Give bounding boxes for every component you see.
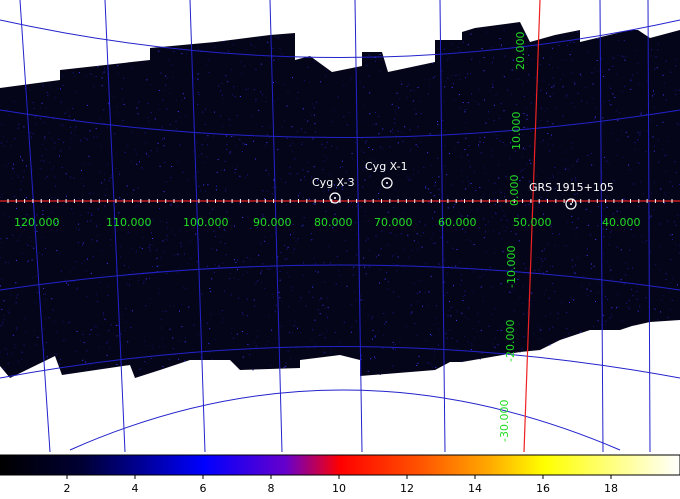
colorbar-tick-label: 2 bbox=[64, 482, 71, 495]
colorbar-tick-label: 14 bbox=[468, 482, 482, 495]
x-tick-label: 50.000 bbox=[513, 216, 552, 229]
x-axis-labels: 120.000 110.000 100.000 90.000 80.000 70… bbox=[14, 216, 641, 229]
colorbar-gradient bbox=[0, 454, 680, 476]
y-tick-label: 0.000 bbox=[508, 175, 521, 207]
x-tick-label: 40.000 bbox=[602, 216, 641, 229]
y-tick-label: -10.000 bbox=[505, 246, 518, 288]
y-tick-label: 10.000 bbox=[510, 112, 523, 151]
source-label: Cyg X-3 bbox=[312, 176, 355, 189]
x-tick-label: 120.000 bbox=[14, 216, 60, 229]
colorbar: 2 4 6 8 10 12 14 16 18 bbox=[0, 452, 680, 499]
x-tick-label: 70.000 bbox=[374, 216, 413, 229]
y-tick-label: -30.000 bbox=[498, 400, 511, 442]
colorbar-tick-label: 8 bbox=[268, 482, 275, 495]
sky-map[interactable]: 120.000 110.000 100.000 90.000 80.000 70… bbox=[0, 0, 680, 452]
x-tick-label: 90.000 bbox=[253, 216, 292, 229]
colorbar-tick-label: 4 bbox=[132, 482, 139, 495]
source-label: Cyg X-1 bbox=[365, 160, 408, 173]
x-tick-label: 110.000 bbox=[106, 216, 152, 229]
colorbar-tick-label: 10 bbox=[332, 482, 346, 495]
colorbar-tick-label: 16 bbox=[536, 482, 550, 495]
x-tick-label: 100.000 bbox=[183, 216, 229, 229]
colorbar-tick-label: 12 bbox=[400, 482, 414, 495]
colorbar-ticks bbox=[66, 475, 612, 479]
x-tick-label: 60.000 bbox=[438, 216, 477, 229]
source-label: GRS 1915+105 bbox=[529, 181, 614, 194]
colorbar-tick-label: 18 bbox=[604, 482, 618, 495]
y-tick-label: 20.000 bbox=[514, 32, 527, 71]
colorbar-tick-label: 6 bbox=[200, 482, 207, 495]
x-tick-label: 80.000 bbox=[314, 216, 353, 229]
y-tick-label: -20.000 bbox=[504, 320, 517, 362]
